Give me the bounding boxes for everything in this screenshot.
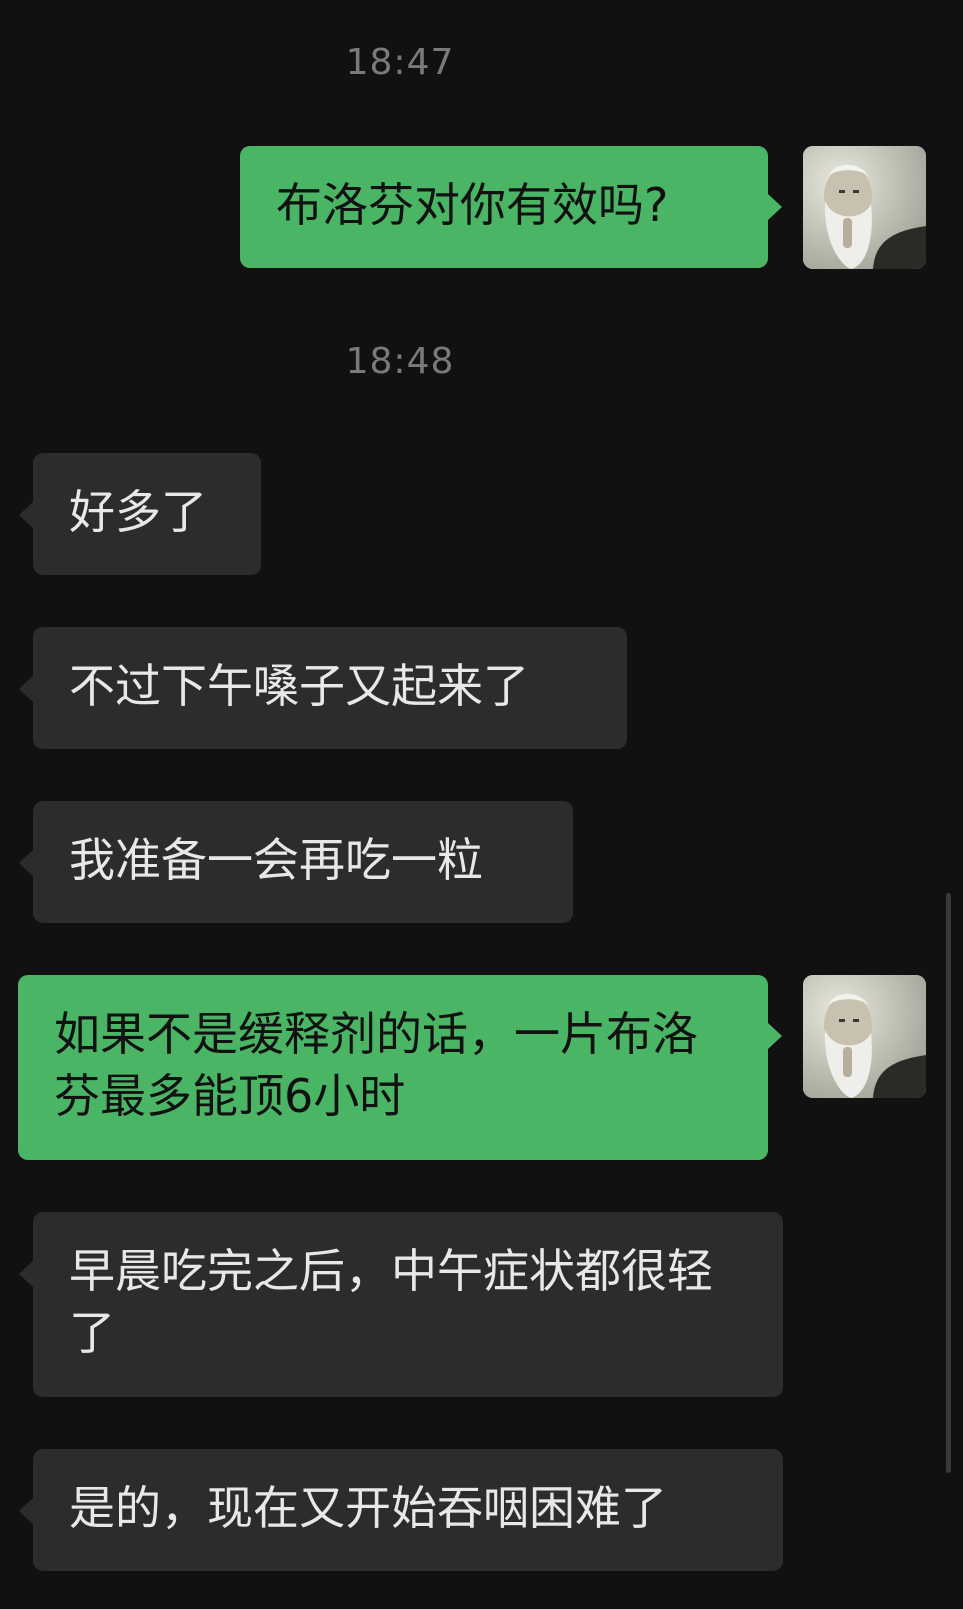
avatar[interactable]: [803, 975, 926, 1098]
bubble-tail: [768, 1023, 782, 1049]
message-bubble[interactable]: 早晨吃完之后，中午症状都很轻了: [33, 1212, 783, 1397]
bubble-tail: [768, 194, 782, 220]
message-bubble[interactable]: 布洛芬对你有效吗?: [240, 146, 768, 268]
timestamp: 18:48: [345, 341, 455, 382]
message-bubble[interactable]: 如果不是缓释剂的话，一片布洛芬最多能顶6小时: [18, 975, 768, 1160]
timestamp: 18:47: [345, 42, 455, 83]
avatar[interactable]: [803, 146, 926, 269]
message-bubble[interactable]: 是的，现在又开始吞咽困难了: [33, 1449, 783, 1571]
bubble-tail: [19, 676, 33, 702]
user-avatar-icon: [803, 975, 926, 1098]
scrollbar[interactable]: [946, 893, 951, 1473]
bubble-tail: [19, 502, 33, 528]
message-bubble[interactable]: 我准备一会再吃一粒: [33, 801, 573, 923]
user-avatar-icon: [803, 146, 926, 269]
bubble-tail: [19, 1498, 33, 1524]
message-bubble[interactable]: 不过下午嗓子又起来了: [33, 627, 627, 749]
bubble-tail: [19, 1261, 33, 1287]
message-bubble[interactable]: 好多了: [33, 453, 261, 575]
bubble-tail: [19, 850, 33, 876]
chat-view: 18:47 布洛芬对你有效吗? 18:48 好多了 不过下午嗓子又起来了 我准备…: [0, 0, 963, 1609]
